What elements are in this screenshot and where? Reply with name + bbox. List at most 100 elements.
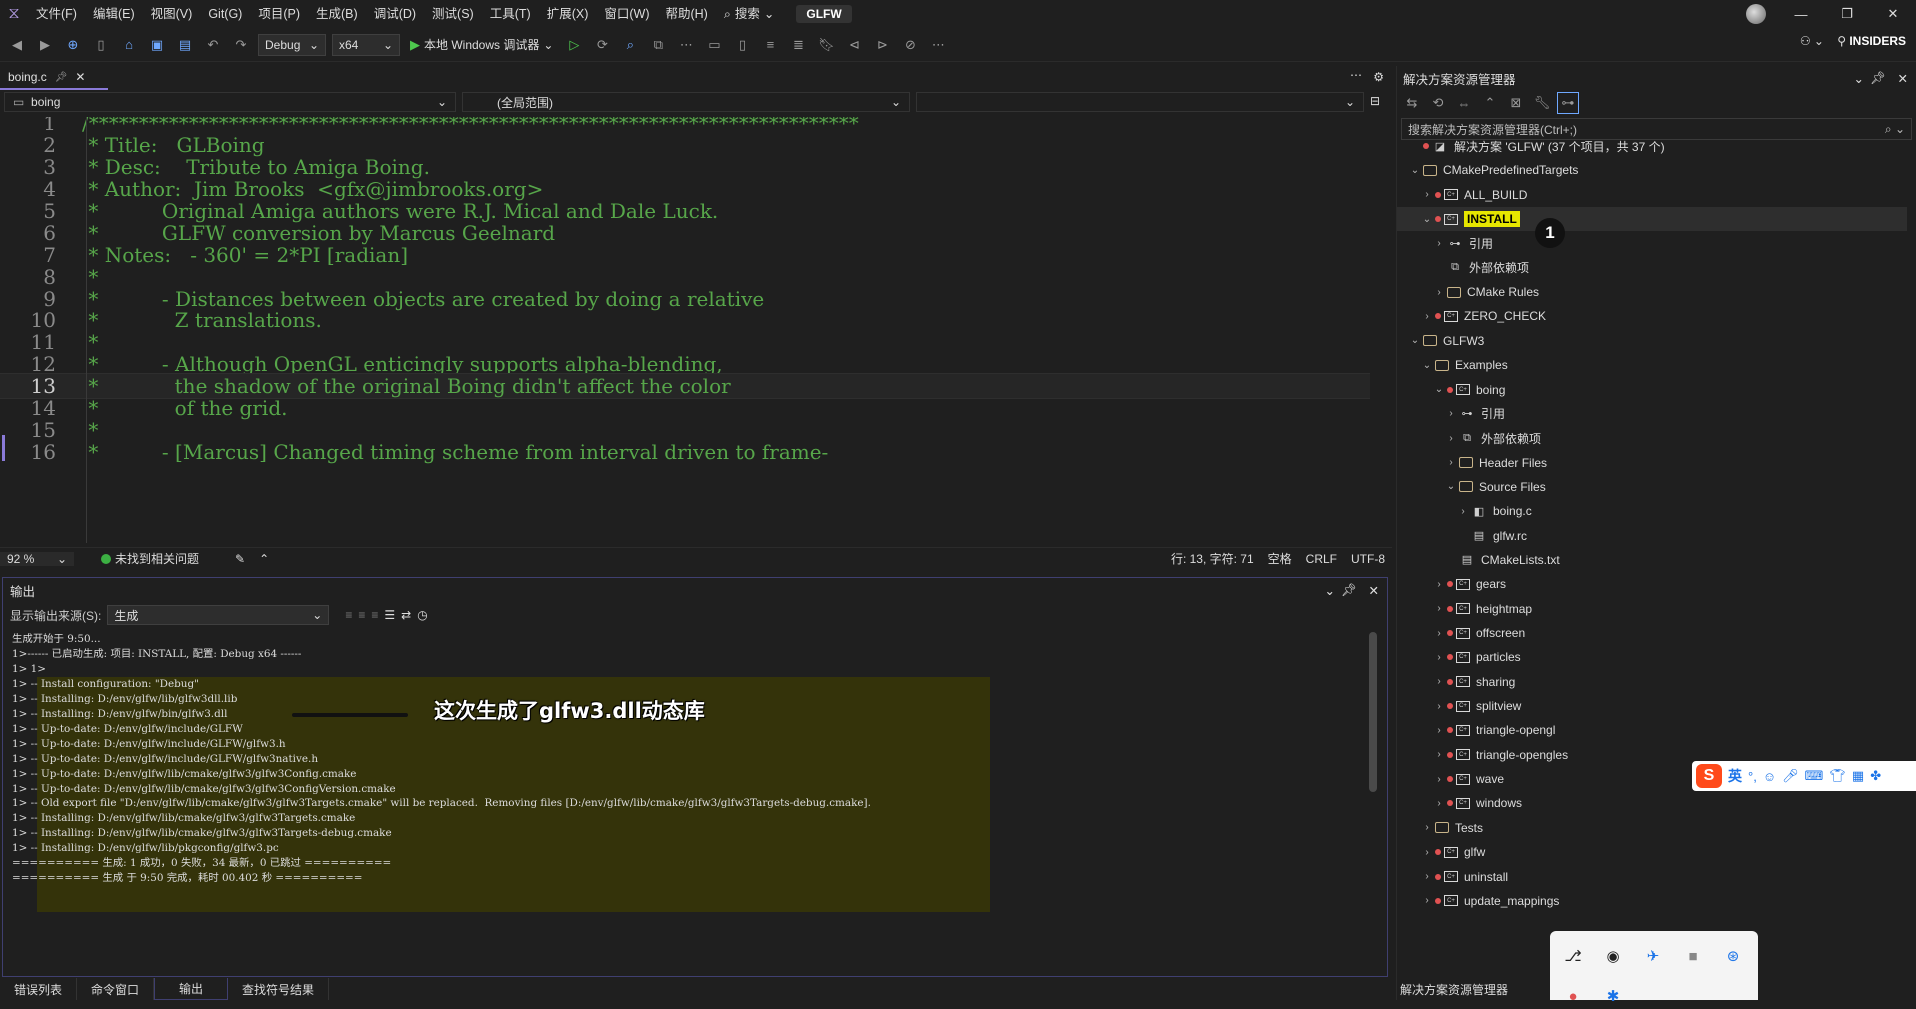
menu-item[interactable]: 扩展(X) (539, 0, 597, 28)
whitespace-mode[interactable]: 空格 (1261, 550, 1299, 567)
bluetooth-icon[interactable]: ✱ (1600, 983, 1626, 1009)
tray-red-icon[interactable]: ● (1560, 983, 1586, 1009)
collapsed-chevron-icon[interactable]: › (1433, 628, 1445, 639)
line-ending[interactable]: CRLF (1299, 552, 1344, 566)
output-scrollbar[interactable] (1369, 632, 1377, 792)
bottom-tab[interactable]: 命令窗口 (77, 978, 155, 1000)
tree-item[interactable]: › CMake Rules (1397, 280, 1907, 304)
prev-message-icon[interactable]: ≡ (358, 608, 365, 622)
tree-item[interactable]: › C+ windows (1397, 791, 1907, 815)
pin-icon[interactable]: 📌︎ (1341, 583, 1357, 598)
start-debugging-button[interactable]: ▶ 本地 Windows 调试器 ⌄ (406, 36, 557, 53)
overflow-icon[interactable]: ⋯ (1350, 68, 1362, 82)
tree-item[interactable]: › Header Files (1397, 451, 1907, 475)
show-all-files-icon[interactable]: ⌃ (1479, 92, 1501, 114)
ime-mode[interactable]: 英 (1728, 766, 1742, 786)
close-icon[interactable]: ✕ (1898, 71, 1908, 86)
start-without-debugging-icon[interactable]: ▷ (563, 34, 585, 56)
feedback-icon[interactable]: ⚲ (1837, 34, 1846, 48)
cursor-position[interactable]: 行: 13, 字符: 71 (1164, 550, 1261, 567)
close-icon[interactable]: ✕ (75, 70, 85, 84)
tray-app-icon[interactable]: ⎇ (1560, 943, 1586, 969)
collapse-all-icon[interactable]: ⇔ (1453, 92, 1475, 114)
undo-icon[interactable]: ↶ (202, 34, 224, 56)
chevron-down-icon[interactable]: ⌄ (1325, 583, 1335, 598)
outdent-icon[interactable]: ≡ (759, 34, 781, 56)
tree-item[interactable]: › C+ splitview (1397, 694, 1907, 718)
preview-icon[interactable]: ⊶ (1557, 92, 1579, 114)
user-avatar[interactable] (1746, 4, 1766, 24)
chevron-up-icon[interactable]: ⌃ (252, 552, 276, 566)
collapsed-chevron-icon[interactable]: › (1445, 433, 1457, 444)
solution-explorer-footer-tab[interactable]: 解决方案资源管理器 (1400, 978, 1508, 1000)
menu-item[interactable]: 测试(S) (424, 0, 482, 28)
hot-reload-icon[interactable]: ⟳ (591, 34, 613, 56)
solution-name-badge[interactable]: GLFW (796, 5, 852, 23)
tray-swirl-icon[interactable]: ⊛ (1720, 943, 1746, 969)
tree-item[interactable]: › C+ triangle-opengl (1397, 718, 1907, 742)
menu-item[interactable]: 工具(T) (482, 0, 539, 28)
minimize-button[interactable]: — (1778, 0, 1824, 28)
close-window-button[interactable]: ✕ (1870, 0, 1916, 28)
tree-item[interactable]: › ⊶ 引用 (1397, 402, 1907, 426)
open-icon[interactable]: ⌂ (118, 34, 140, 56)
search-menu[interactable]: ⌕ 搜索 ⌄ (716, 0, 783, 28)
next-message-icon[interactable]: ≡ (371, 608, 378, 622)
collapsed-chevron-icon[interactable]: › (1433, 749, 1445, 760)
clear-bookmarks-icon[interactable]: ⊘ (899, 34, 921, 56)
new-project-icon[interactable]: ⊕ (62, 34, 84, 56)
comment-icon[interactable]: ▭ (703, 34, 725, 56)
pin-icon[interactable]: 📌︎ (55, 72, 68, 83)
config-dropdown[interactable]: Debug ⌄ (258, 33, 326, 56)
collapsed-chevron-icon[interactable]: › (1421, 189, 1433, 200)
tree-item[interactable]: › C+ ZERO_CHECK (1397, 304, 1907, 328)
menu-item[interactable]: 文件(F) (28, 0, 85, 28)
tree-item[interactable]: › C+ sharing (1397, 670, 1907, 694)
tree-item[interactable]: ▤ CMakeLists.txt (1397, 548, 1907, 572)
tree-item[interactable]: ⌄ Examples (1397, 353, 1907, 377)
collapsed-chevron-icon[interactable]: › (1433, 701, 1445, 712)
refresh-icon[interactable]: ⊠ (1505, 92, 1527, 114)
close-icon[interactable]: ✕ (1369, 583, 1379, 598)
tree-item[interactable]: › C+ offscreen (1397, 621, 1907, 645)
scope-dropdown[interactable]: (全局范围) ⌄ (462, 92, 910, 112)
tree-item[interactable]: ▤ glfw.rc (1397, 524, 1907, 548)
collapsed-chevron-icon[interactable]: › (1421, 822, 1433, 833)
menu-item[interactable]: 项目(P) (250, 0, 308, 28)
collapsed-chevron-icon[interactable]: › (1421, 895, 1433, 906)
punctuation-icon[interactable]: °, (1748, 769, 1757, 784)
collapsed-chevron-icon[interactable]: › (1445, 408, 1457, 419)
uncomment-icon[interactable]: ▯ (731, 34, 753, 56)
tree-item[interactable]: ⌄ GLFW3 (1397, 329, 1907, 353)
keyboard-icon[interactable]: ⌨ (1805, 768, 1824, 784)
collapsed-chevron-icon[interactable]: › (1433, 676, 1445, 687)
tree-item[interactable]: › ⧉ 外部依赖项 (1397, 426, 1907, 450)
menu-item[interactable]: 调试(D) (366, 0, 424, 28)
issues-indicator[interactable]: 未找到相关问题 (94, 550, 206, 567)
tree-item[interactable]: › ◧ boing.c (1397, 499, 1907, 523)
settings-gear-icon[interactable]: ⚙ (1373, 70, 1384, 84)
tree-item[interactable]: ⌄ Source Files (1397, 475, 1907, 499)
menu-item[interactable]: 生成(B) (308, 0, 366, 28)
file-encoding[interactable]: UTF-8 (1344, 552, 1392, 566)
save-all-icon[interactable]: ▤ (174, 34, 196, 56)
tree-item[interactable]: › C+ particles (1397, 645, 1907, 669)
tab-boing-c[interactable]: boing.c 📌︎ ✕ (0, 66, 108, 90)
editor-scrollbar[interactable] (1384, 117, 1392, 543)
tray-square-icon[interactable]: ■ (1680, 943, 1706, 969)
word-wrap-icon[interactable]: ⇄ (401, 608, 411, 622)
skin-icon[interactable]: 👕︎ (1829, 768, 1846, 784)
collapsed-chevron-icon[interactable]: › (1445, 457, 1457, 468)
sogou-logo-icon[interactable]: S (1696, 764, 1722, 788)
live-share-icon[interactable]: ⚇ ⌄ (1800, 34, 1824, 48)
project-dropdown[interactable]: ▭ boing ⌄ (4, 92, 456, 112)
pinwheel-icon[interactable]: ✤ (1870, 768, 1881, 784)
steam-icon[interactable]: ◉ (1600, 943, 1626, 969)
member-dropdown[interactable]: ⌄ (916, 92, 1364, 112)
collapsed-chevron-icon[interactable]: › (1457, 506, 1469, 517)
collapsed-chevron-icon[interactable]: › (1433, 603, 1445, 614)
tree-item[interactable]: › C+ update_mappings (1397, 889, 1907, 913)
tree-item[interactable]: ◪ 解决方案 'GLFW' (37 个项目，共 37 个) (1397, 134, 1907, 158)
tree-item[interactable]: › C+ heightmap (1397, 597, 1907, 621)
emoji-icon[interactable]: ☺ (1763, 769, 1776, 784)
